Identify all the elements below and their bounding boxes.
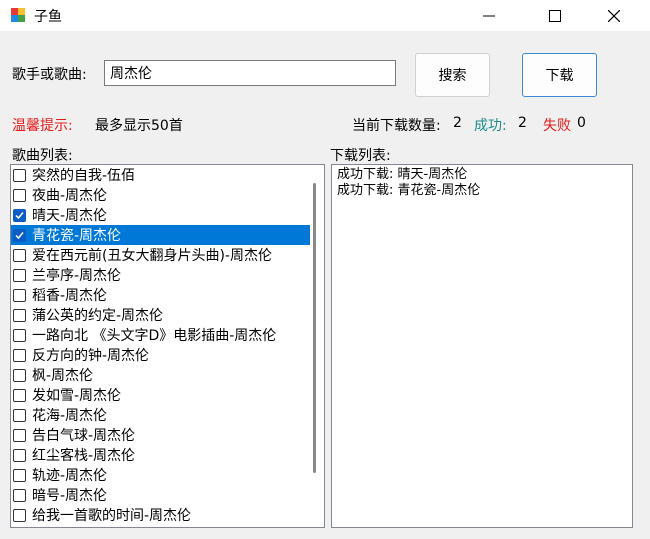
song-title: 枫-周杰伦: [32, 368, 94, 384]
song-list-item[interactable]: 突然的自我-伍佰: [11, 165, 310, 185]
download-log: 成功下载: 晴天-周杰伦 成功下载: 青花瓷-周杰伦: [331, 164, 633, 528]
song-title: 夜曲-周杰伦: [32, 188, 108, 204]
song-title: 一路向北 《头文字D》电影插曲-周杰伦: [32, 328, 277, 344]
checkbox[interactable]: [13, 408, 26, 422]
song-list-item[interactable]: 告白气球-周杰伦: [11, 425, 310, 445]
window-title: 子鱼: [34, 9, 62, 25]
app-window: 子鱼 歌手或歌曲: 搜索 下载 温馨提示: 最多显示50首 当前下载数量: 2 …: [0, 0, 650, 539]
song-list-item[interactable]: 爱在西元前(丑女大翻身片头曲)-周杰伦: [11, 245, 310, 265]
song-title: 蒲公英的约定-周杰伦: [32, 308, 164, 324]
song-title: 反方向的钟-周杰伦: [32, 348, 150, 364]
checkbox[interactable]: [13, 448, 26, 462]
song-list-item[interactable]: 一路向北 《头文字D》电影插曲-周杰伦: [11, 325, 310, 345]
tip-text: 最多显示50首: [95, 118, 183, 134]
check-icon: [15, 211, 24, 219]
search-input[interactable]: [104, 60, 396, 86]
search-button[interactable]: 搜索: [415, 53, 490, 97]
checkbox[interactable]: [13, 488, 26, 502]
checkbox[interactable]: [13, 508, 26, 522]
maximize-icon: [549, 9, 561, 22]
fail-label: 失败: [543, 118, 571, 134]
success-label: 成功:: [474, 118, 507, 134]
checkbox[interactable]: [13, 288, 26, 302]
checkbox-checked[interactable]: [13, 208, 26, 222]
fail-count: 0: [577, 115, 586, 131]
song-title: 花海-周杰伦: [32, 408, 108, 424]
song-list-label: 歌曲列表:: [12, 148, 73, 164]
search-label: 歌手或歌曲:: [12, 67, 87, 83]
checkbox[interactable]: [13, 368, 26, 382]
song-list-item[interactable]: 兰亭序-周杰伦: [11, 265, 310, 285]
song-list-item[interactable]: 青花瓷-周杰伦: [11, 225, 310, 245]
song-list-scrollbar[interactable]: [313, 183, 316, 473]
song-title: 爱在西元前(丑女大翻身片头曲)-周杰伦: [32, 248, 272, 264]
song-title: 发如雪-周杰伦: [32, 388, 122, 404]
title-bar: 子鱼: [0, 0, 650, 31]
maximize-button[interactable]: [532, 0, 578, 31]
minimize-button[interactable]: [466, 0, 512, 31]
song-title: 暗号-周杰伦: [32, 488, 108, 504]
success-count: 2: [518, 115, 527, 131]
checkbox[interactable]: [13, 308, 26, 322]
download-log-line: 成功下载: 青花瓷-周杰伦: [337, 183, 481, 198]
minimize-icon: [483, 15, 495, 16]
song-list-item[interactable]: 蒲公英的约定-周杰伦: [11, 305, 310, 325]
song-list-item[interactable]: 给我一首歌的时间-周杰伦: [11, 505, 310, 525]
checkbox[interactable]: [13, 268, 26, 282]
checkbox-checked[interactable]: [13, 228, 26, 242]
download-count-label: 当前下载数量:: [352, 118, 441, 134]
song-title: 轨迹-周杰伦: [32, 468, 108, 484]
song-title: 晴天-周杰伦: [32, 208, 108, 224]
download-log-line: 成功下载: 晴天-周杰伦: [337, 167, 468, 182]
checkbox[interactable]: [13, 348, 26, 362]
song-checklist[interactable]: 突然的自我-伍佰 夜曲-周杰伦 晴天-周杰伦 青花瓷-周杰伦爱在西元前(丑女大翻身片头…: [10, 164, 325, 528]
tip-label: 温馨提示:: [12, 118, 73, 134]
download-count-value: 2: [453, 115, 462, 131]
app-icon: [11, 8, 25, 22]
song-title: 稻香-周杰伦: [32, 288, 108, 304]
song-title: 红尘客栈-周杰伦: [32, 448, 136, 464]
song-title: 给我一首歌的时间-周杰伦: [32, 508, 192, 524]
song-list-item[interactable]: 稻香-周杰伦: [11, 285, 310, 305]
checkbox[interactable]: [13, 428, 26, 442]
song-title: 青花瓷-周杰伦: [32, 228, 122, 244]
song-list-item[interactable]: 暗号-周杰伦: [11, 485, 310, 505]
checkbox[interactable]: [13, 468, 26, 482]
song-list-item[interactable]: 轨迹-周杰伦: [11, 465, 310, 485]
song-title: 兰亭序-周杰伦: [32, 268, 122, 284]
song-list-item[interactable]: 枫-周杰伦: [11, 365, 310, 385]
close-button[interactable]: [591, 0, 637, 31]
song-list-item[interactable]: 红尘客栈-周杰伦: [11, 445, 310, 465]
checkbox[interactable]: [13, 328, 26, 342]
download-button[interactable]: 下载: [522, 53, 597, 97]
download-list-label: 下载列表:: [330, 148, 391, 164]
check-icon: [15, 231, 24, 239]
checkbox[interactable]: [13, 168, 26, 182]
song-list-item[interactable]: 反方向的钟-周杰伦: [11, 345, 310, 365]
song-title: 突然的自我-伍佰: [32, 168, 136, 184]
checkbox[interactable]: [13, 188, 26, 202]
song-list-item[interactable]: 晴天-周杰伦: [11, 205, 310, 225]
close-icon: [608, 9, 620, 22]
song-list-item[interactable]: 夜曲-周杰伦: [11, 185, 310, 205]
checkbox[interactable]: [13, 388, 26, 402]
song-title: 告白气球-周杰伦: [32, 428, 136, 444]
song-list-item[interactable]: 花海-周杰伦: [11, 405, 310, 425]
song-list-item[interactable]: 发如雪-周杰伦: [11, 385, 310, 405]
checkbox[interactable]: [13, 248, 26, 262]
